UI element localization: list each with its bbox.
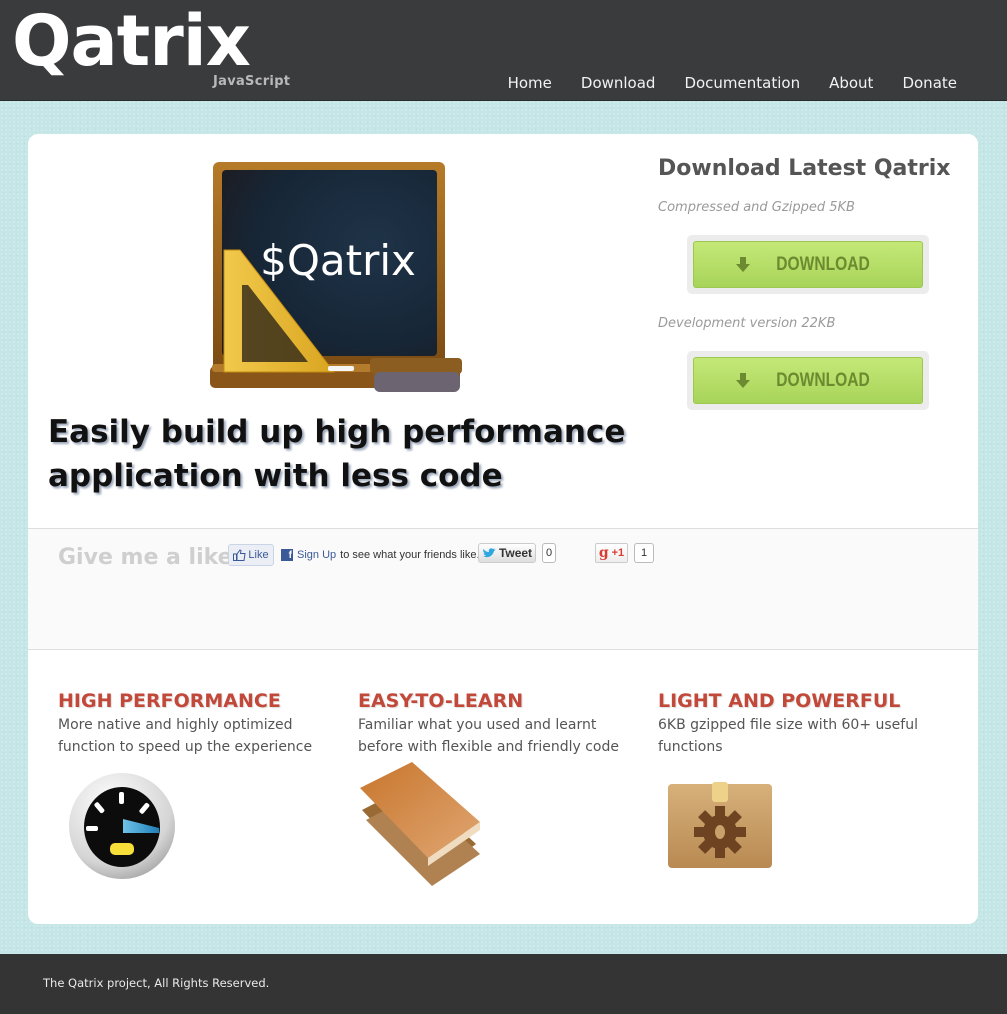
download-compressed-button[interactable]: DOWNLOAD xyxy=(693,241,923,288)
main-nav: Home Download Documentation About Donate xyxy=(508,74,957,92)
feature-description: Familiar what you used and learnt before… xyxy=(358,714,648,758)
feature-title: HIGH PERFORMANCE xyxy=(58,690,281,712)
feature-high-performance: HIGH PERFORMANCE More native and highly … xyxy=(58,690,348,758)
nav-donate[interactable]: Donate xyxy=(902,74,957,92)
feature-title: LIGHT AND POWERFUL xyxy=(658,690,901,712)
download-development-button[interactable]: DOWNLOAD xyxy=(693,357,923,404)
site-logo[interactable]: Qatrix xyxy=(12,2,251,80)
download-label: DOWNLOAD xyxy=(776,253,870,275)
footer-copyright: The Qatrix project, All Rights Reserved. xyxy=(43,976,270,990)
twitter-bird-icon xyxy=(482,547,496,557)
google-plus-label: +1 xyxy=(611,547,625,559)
thumbs-up-icon xyxy=(233,549,246,561)
download-desc-development: Development version 22KB xyxy=(658,316,836,331)
facebook-signup: f Sign Up to see what your friends like. xyxy=(281,549,480,561)
board-text: $Qatrix xyxy=(260,236,416,285)
download-desc-compressed: Compressed and Gzipped 5KB xyxy=(658,200,855,215)
social-title: Give me a like xyxy=(58,545,233,570)
books-icon xyxy=(360,762,480,886)
tagline-line1: Easily build up high performance xyxy=(48,414,626,450)
site-footer: The Qatrix project, All Rights Reserved. xyxy=(0,954,1007,1014)
site-header: Qatrix JavaScript Home Download Document… xyxy=(0,0,1007,101)
feature-line: before with flexible and friendly code xyxy=(358,739,619,755)
tagline: Easily build up high performance applica… xyxy=(48,410,648,498)
chalkboard-icon: $Qatrix xyxy=(210,162,462,392)
tweet-button[interactable]: Tweet xyxy=(478,543,536,563)
download-button-frame: DOWNLOAD xyxy=(687,235,929,294)
tagline-line2: application with less code xyxy=(48,458,503,494)
social-section: Give me a like Like f Sign Up to see wha… xyxy=(28,528,978,650)
google-plus-count: 1 xyxy=(634,543,654,563)
feature-line: functions xyxy=(658,739,723,755)
facebook-signup-text: to see what your friends like. xyxy=(340,549,480,561)
facebook-like-button[interactable]: Like xyxy=(228,544,274,566)
main-card: $Qatrix Easily build up high performance… xyxy=(28,134,978,924)
google-plus-button[interactable]: g +1 xyxy=(595,543,628,563)
download-arrow-icon xyxy=(736,372,750,388)
nav-about[interactable]: About xyxy=(829,74,873,92)
download-arrow-icon xyxy=(736,256,750,272)
feature-description: More native and highly optimized functio… xyxy=(58,714,348,758)
speedometer-icon xyxy=(69,773,175,879)
feature-line: 6KB gzipped file size with 60+ useful xyxy=(658,717,918,733)
logo-subtitle: JavaScript xyxy=(213,74,291,89)
facebook-like-label: Like xyxy=(248,549,269,561)
nav-documentation[interactable]: Documentation xyxy=(684,74,800,92)
download-title: Download Latest Qatrix xyxy=(658,156,951,181)
feature-easy-to-learn: EASY-TO-LEARN Familiar what you used and… xyxy=(358,690,648,758)
tweet-label: Tweet xyxy=(498,546,533,560)
nav-download[interactable]: Download xyxy=(581,74,656,92)
nav-home[interactable]: Home xyxy=(508,74,552,92)
package-gear-icon xyxy=(668,782,772,868)
feature-description: 6KB gzipped file size with 60+ useful fu… xyxy=(658,714,948,758)
feature-light-and-powerful: LIGHT AND POWERFUL 6KB gzipped file size… xyxy=(658,690,948,758)
feature-title: EASY-TO-LEARN xyxy=(358,690,524,712)
feature-line: Familiar what you used and learnt xyxy=(358,717,597,733)
facebook-icon: f xyxy=(281,549,293,561)
google-g-icon: g xyxy=(598,545,609,561)
download-label: DOWNLOAD xyxy=(776,369,870,391)
feature-line: function to speed up the experience xyxy=(58,739,313,755)
hero-section: $Qatrix Easily build up high performance… xyxy=(28,134,978,528)
feature-line: More native and highly optimized xyxy=(58,717,293,733)
facebook-signup-link[interactable]: Sign Up xyxy=(297,549,336,561)
download-button-frame: DOWNLOAD xyxy=(687,351,929,410)
tweet-count: 0 xyxy=(542,543,556,563)
